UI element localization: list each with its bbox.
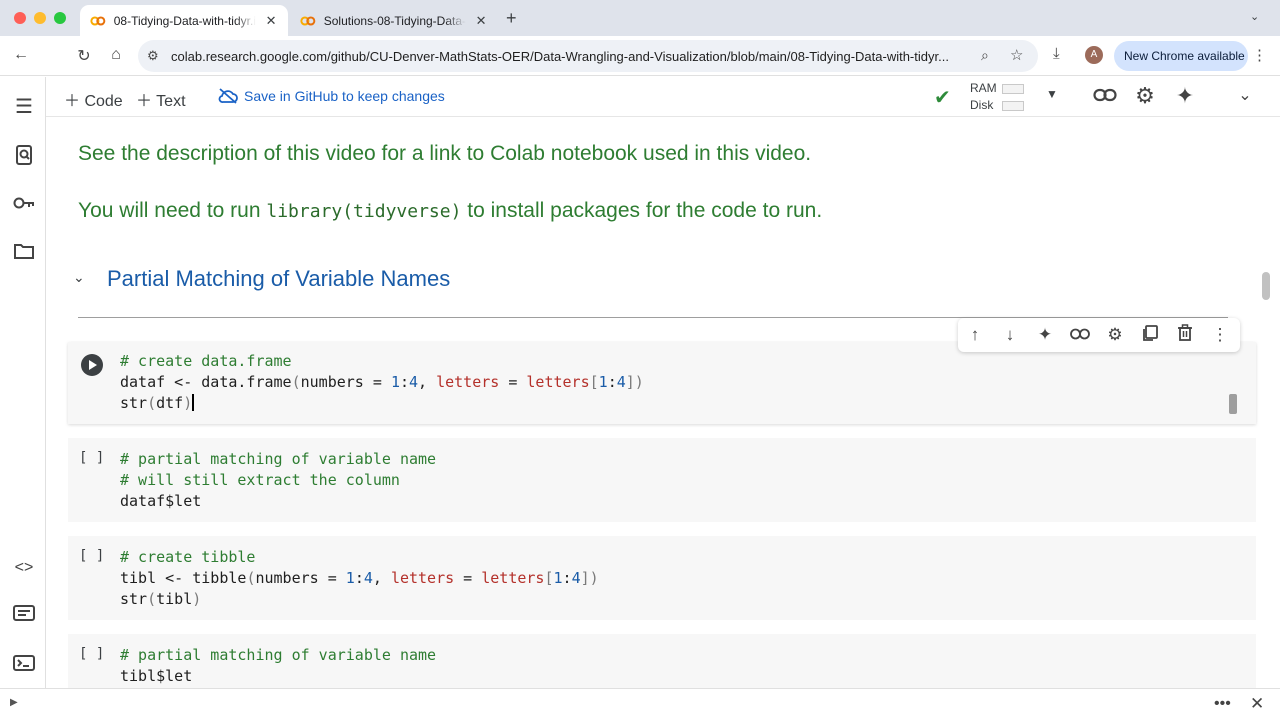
code-line[interactable]: tibl$let — [120, 667, 192, 685]
code-comment[interactable]: # create tibble — [120, 548, 255, 566]
mirror-cell-icon[interactable] — [1139, 324, 1161, 346]
browser-toolbar: ← ↻ ⌂ ⚙ colab.research.google.com/github… — [0, 36, 1280, 76]
code-comment[interactable]: # will still extract the column — [120, 471, 400, 489]
new-tab-button[interactable]: + — [506, 8, 517, 29]
collapse-section-chevron-icon[interactable]: ⌄ — [73, 269, 85, 286]
connected-check-icon[interactable]: ✔ — [934, 85, 951, 110]
markdown-description-line: See the description of this video for a … — [78, 142, 811, 166]
code-comment[interactable]: # partial matching of variable name — [120, 646, 436, 664]
run-cell-bracket[interactable]: [ ] — [79, 548, 104, 564]
code-line[interactable]: # create data.frame — [120, 352, 292, 370]
markdown-text: to install packages for the code to run. — [461, 199, 823, 222]
inline-code: library(tidyverse) — [266, 201, 462, 222]
colab-side-rail: ☰ <> — [0, 77, 46, 688]
update-chrome-button[interactable]: New Chrome available — [1114, 41, 1248, 71]
table-of-contents-icon[interactable]: ☰ — [12, 95, 36, 119]
tab-active-notebook[interactable]: 08-Tidying-Data-with-tidyr.ipynb ✕ — [80, 5, 288, 36]
site-settings-icon[interactable]: ⚙ — [147, 48, 159, 64]
section-heading: Partial Matching of Variable Names — [107, 266, 451, 291]
run-cell-bracket[interactable]: [ ] — [79, 646, 104, 662]
add-code-label: Code — [84, 93, 123, 110]
disk-label: Disk — [970, 98, 994, 112]
settings-gear-icon[interactable]: ⚙ — [1132, 83, 1158, 109]
code-comment: # create data.frame — [120, 352, 292, 370]
cell-toolbar: ↑ ↓ ✦ ⚙ ⋮ — [958, 318, 1240, 352]
move-cell-up-icon[interactable]: ↑ — [964, 324, 986, 346]
text-cursor — [192, 394, 195, 411]
cloud-off-icon — [218, 88, 238, 104]
terminal-icon[interactable] — [12, 653, 36, 677]
cell-scrollbar[interactable] — [1229, 394, 1237, 414]
notebook-scrollbar[interactable] — [1262, 272, 1270, 300]
close-window-button[interactable] — [14, 12, 26, 24]
code-cell[interactable]: [ ] # partial matching of variable name … — [68, 438, 1256, 522]
url-text[interactable]: colab.research.google.com/github/CU-Denv… — [171, 49, 971, 64]
code-cell[interactable]: [ ] # partial matching of variable name … — [68, 634, 1256, 688]
code-line[interactable]: str(tibl) — [120, 590, 201, 608]
dropdown-arrow-icon[interactable]: ▼ — [1046, 87, 1058, 101]
run-cell-button[interactable] — [81, 354, 103, 376]
ram-label: RAM — [970, 81, 997, 95]
folder-icon[interactable] — [12, 241, 36, 265]
bookmark-star-icon[interactable]: ☆ — [1010, 46, 1023, 64]
close-icon[interactable]: ✕ — [474, 13, 488, 29]
delete-trash-icon[interactable] — [1174, 324, 1196, 346]
more-vert-icon[interactable]: ⋮ — [1209, 324, 1231, 346]
add-code-cell-button[interactable]: ＋ Code — [64, 87, 123, 111]
chevron-down-icon[interactable]: ⌄ — [1250, 10, 1259, 23]
code-cell[interactable]: [ ] # create tibble tibl <- tibble(numbe… — [68, 536, 1256, 620]
more-vert-icon[interactable]: ⋮ — [1252, 46, 1267, 64]
reload-icon[interactable]: ↻ — [74, 46, 94, 66]
save-in-github-link[interactable]: Save in GitHub to keep changes — [218, 88, 445, 104]
disk-meter — [1002, 101, 1024, 111]
close-icon[interactable]: ✕ — [264, 13, 278, 29]
notebook-body: See the description of this video for a … — [46, 118, 1260, 688]
gemini-sparkle-icon[interactable]: ✦ — [1172, 83, 1198, 109]
run-cell-bracket[interactable]: [ ] — [79, 450, 104, 466]
colab-toolbar: ＋ Code ＋ Text Save in GitHub to keep cha… — [46, 77, 1280, 117]
chevron-down-icon[interactable]: ⌄ — [1232, 83, 1258, 109]
code-line[interactable]: str(dtf) — [120, 394, 195, 412]
back-arrow-icon[interactable]: ← — [11, 46, 31, 64]
zoom-icon[interactable]: ⌕ — [981, 47, 989, 64]
code-line[interactable]: dataf <- data.frame(numbers = 1:4, lette… — [120, 373, 644, 391]
status-bar: ▶ ••• ✕ — [0, 688, 1280, 720]
close-icon[interactable]: ✕ — [1250, 694, 1264, 714]
home-icon[interactable]: ⌂ — [106, 46, 126, 64]
colab-logo-icon — [300, 15, 316, 26]
maximize-window-button[interactable] — [54, 12, 66, 24]
tab-title: Solutions-08-Tidying-Data-with-tidyr.ipy… — [323, 13, 467, 28]
move-cell-down-icon[interactable]: ↓ — [999, 324, 1021, 346]
add-text-label: Text — [156, 93, 186, 110]
code-comment[interactable]: # partial matching of variable name — [120, 450, 436, 468]
tab-solutions-notebook[interactable]: Solutions-08-Tidying-Data-with-tidyr.ipy… — [290, 5, 498, 36]
markdown-text: You will need to run — [78, 199, 267, 222]
code-cell[interactable]: # create data.frame dataf <- data.frame(… — [68, 342, 1256, 424]
code-snippets-icon[interactable]: <> — [12, 556, 36, 580]
resource-monitor[interactable]: RAM Disk — [970, 80, 1024, 114]
avatar[interactable]: A — [1085, 46, 1103, 64]
tab-title: 08-Tidying-Data-with-tidyr.ipynb — [113, 13, 257, 28]
markdown-text: See the description of this video for a … — [78, 142, 812, 165]
settings-gear-icon[interactable]: ⚙ — [1104, 324, 1126, 346]
expand-arrow-icon[interactable]: ▶ — [10, 697, 18, 708]
colab-logo-icon — [90, 15, 106, 26]
markdown-install-line: You will need to run library(tidyverse) … — [78, 199, 822, 223]
code-line[interactable]: dataf$let — [120, 492, 201, 510]
save-in-github-label: Save in GitHub to keep changes — [244, 88, 445, 104]
gemini-sparkle-icon[interactable]: ✦ — [1034, 324, 1056, 346]
find-replace-icon[interactable] — [12, 144, 36, 168]
link-icon[interactable] — [1069, 324, 1091, 346]
more-horiz-icon[interactable]: ••• — [1214, 695, 1231, 713]
key-icon[interactable] — [12, 192, 36, 216]
ram-meter — [1002, 84, 1024, 94]
minimize-window-button[interactable] — [34, 12, 46, 24]
address-bar[interactable]: ⚙ colab.research.google.com/github/CU-De… — [138, 40, 1038, 72]
add-text-cell-button[interactable]: ＋ Text — [136, 87, 186, 111]
browser-tab-bar: 08-Tidying-Data-with-tidyr.ipynb ✕ Solut… — [0, 0, 1280, 36]
link-icon[interactable] — [1092, 83, 1118, 109]
code-line[interactable]: tibl <- tibble(numbers = 1:4, letters = … — [120, 569, 599, 587]
command-palette-icon[interactable] — [12, 603, 36, 627]
download-icon[interactable]: ⤓ — [1053, 45, 1060, 62]
